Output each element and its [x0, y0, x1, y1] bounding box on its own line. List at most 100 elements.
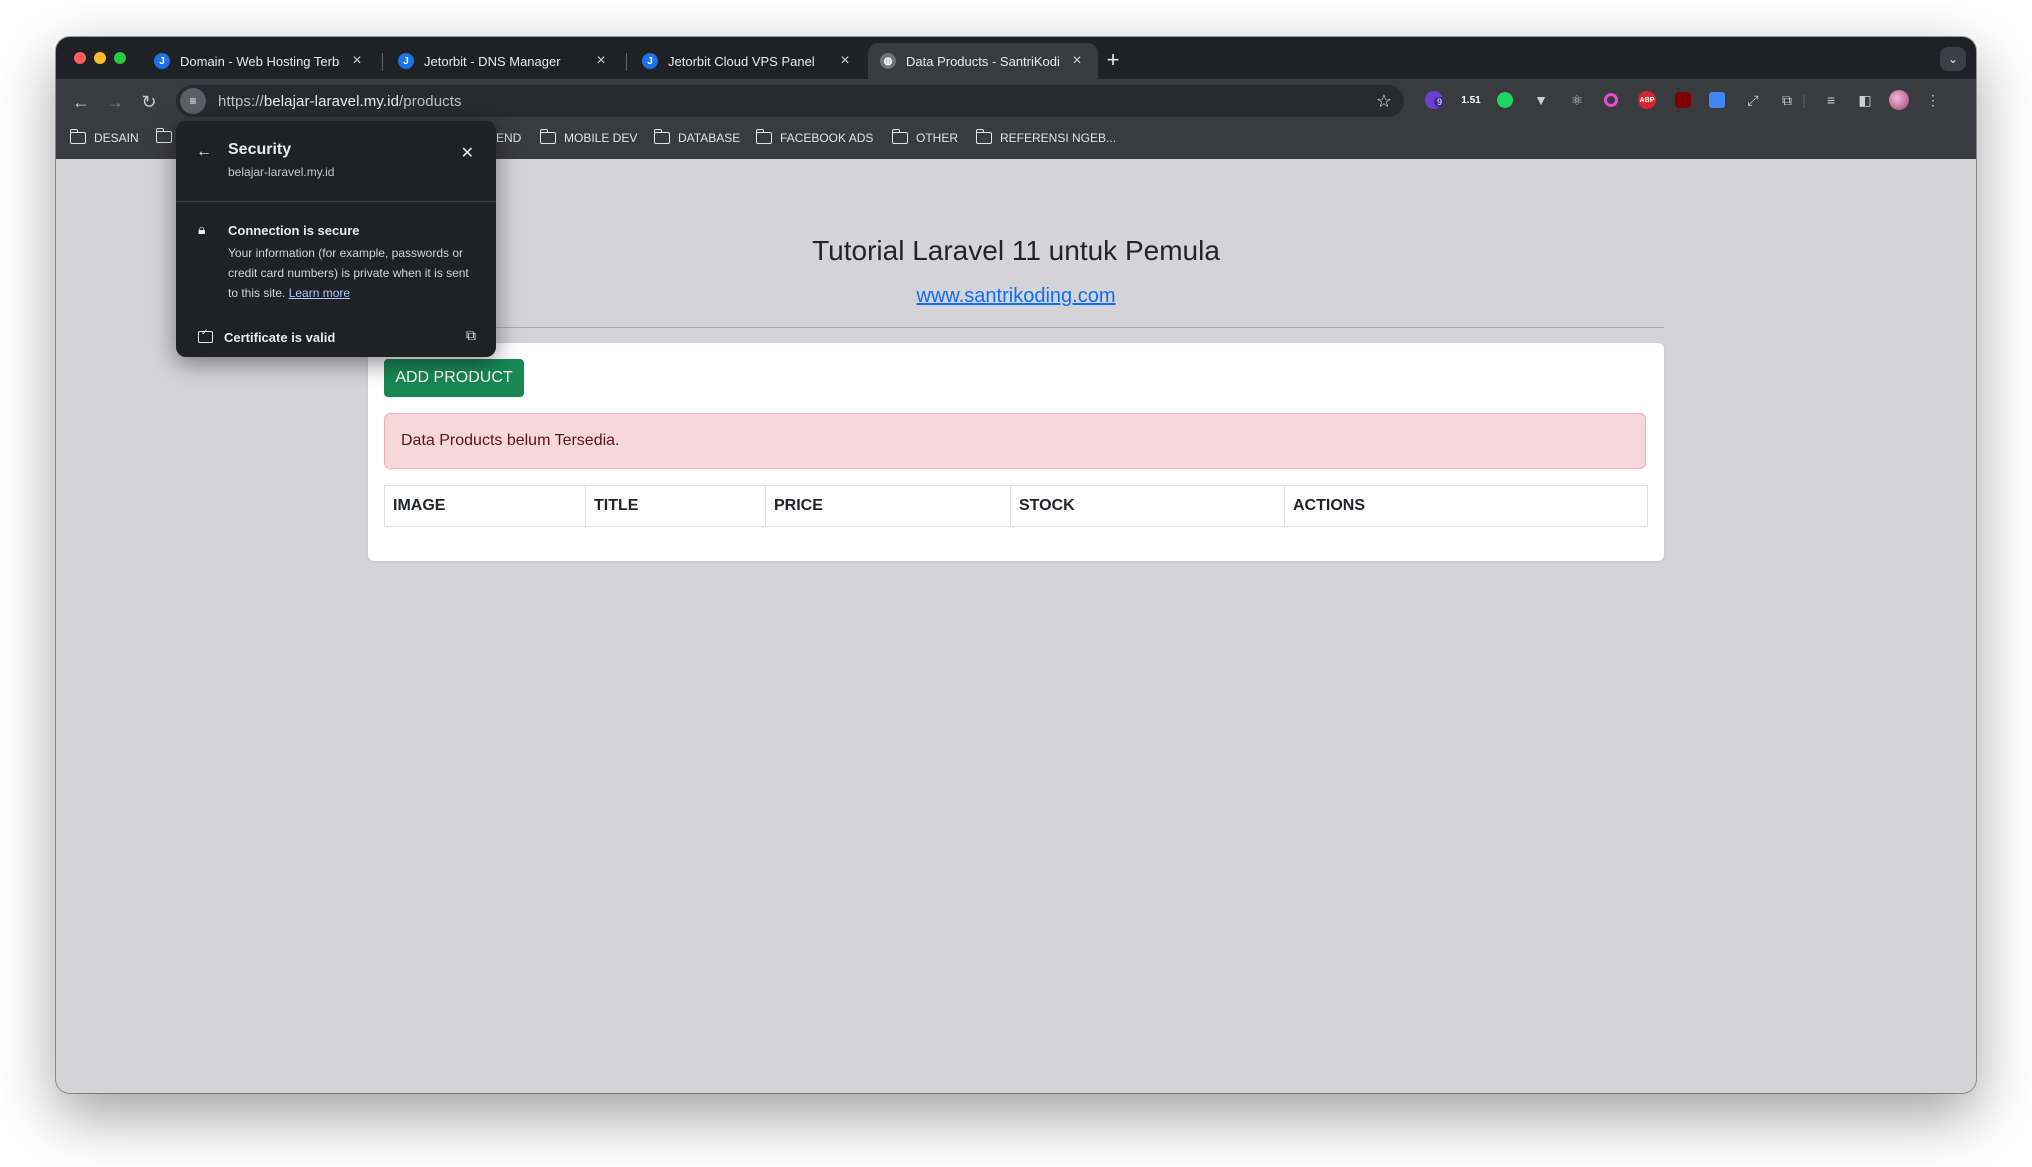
forward-button[interactable]: →	[100, 87, 130, 117]
green-status-icon[interactable]	[1494, 89, 1516, 111]
url-scheme: https://	[218, 92, 264, 110]
close-window-button[interactable]	[74, 52, 86, 64]
bookmark-label: FACEBOOK ADS	[780, 131, 874, 145]
extension-counter-label: 1.51	[1461, 94, 1481, 106]
profile-avatar[interactable]	[1888, 89, 1910, 111]
table-header-row: IMAGE TITLE PRICE STOCK ACTIONS	[384, 485, 1648, 527]
lock-icon: 🔒︎	[198, 221, 206, 237]
tab-title: Data Products - SantriKoding	[906, 53, 1060, 69]
minimize-window-button[interactable]	[94, 52, 106, 64]
bookmark-folder-database[interactable]: DATABASE	[653, 129, 741, 145]
color-picker-icon[interactable]	[1600, 89, 1622, 111]
tab-title: Jetorbit Cloud VPS Panel	[668, 53, 815, 69]
divider	[368, 327, 1664, 328]
bookmark-label: MOBILE DEV	[564, 131, 638, 145]
bookmark-label: OTHER	[916, 131, 958, 145]
column-header-actions: ACTIONS	[1284, 485, 1648, 527]
url-path: /products	[399, 92, 462, 110]
maximize-window-button[interactable]	[114, 52, 126, 64]
bookmark-folder-end[interactable]: END	[496, 131, 521, 145]
popup-subtitle: belajar-laravel.my.id	[228, 165, 335, 179]
folder-icon	[539, 129, 556, 144]
toolbar-separator: |	[1802, 92, 1806, 108]
address-bar[interactable]: ≡ https://belajar-laravel.my.id/products…	[176, 85, 1404, 117]
learn-more-link[interactable]: Learn more	[289, 286, 350, 300]
column-header-title: TITLE	[585, 485, 766, 527]
url-host: belajar-laravel.my.id	[263, 92, 400, 110]
tab-jetorbit-dns-manager[interactable]: J Jetorbit - DNS Manager ×	[386, 43, 622, 79]
globe-icon: ◍	[880, 53, 896, 69]
folder-icon	[891, 129, 908, 144]
jetorbit-favicon-icon: J	[154, 53, 170, 69]
security-popup: ← Security belajar-laravel.my.id ✕ 🔒︎ Co…	[176, 121, 496, 357]
bookmark-folder-referensi[interactable]: REFERENSI NGEB...	[975, 129, 1117, 145]
back-arrow-icon[interactable]: ←	[196, 143, 212, 161]
extension-badge-count: 9	[1434, 97, 1446, 107]
connection-title: Connection is secure	[228, 223, 360, 238]
connection-description: Your information (for example, passwords…	[228, 243, 478, 303]
external-link-icon[interactable]: ⧉	[466, 327, 476, 344]
bookmark-label: DESAIN	[94, 131, 139, 145]
alert-text: Data Products belum Tersedia.	[401, 432, 620, 449]
vue-devtools-icon[interactable]: ▼	[1530, 89, 1552, 111]
reading-list-icon[interactable]: ≡	[1820, 89, 1842, 111]
extensions-puzzle-icon[interactable]: ⧉	[1776, 89, 1798, 111]
back-button[interactable]: ←	[66, 87, 96, 117]
tab-strip: J Domain - Web Hosting Terba × J Jetorbi…	[56, 37, 1976, 79]
bookmark-label: END	[496, 131, 522, 145]
bookmark-folder-facebook-ads[interactable]: FACEBOOK ADS	[755, 129, 874, 145]
folder-icon	[155, 128, 172, 143]
certificate-icon	[198, 327, 213, 343]
close-tab-icon[interactable]: ×	[1068, 52, 1086, 70]
extension-badge-icon[interactable]: 9	[1422, 89, 1446, 111]
bookmark-folder-other[interactable]: OTHER	[891, 129, 958, 145]
tab-separator	[382, 53, 383, 71]
adblock-plus-icon[interactable]: ABP	[1636, 89, 1658, 111]
bookmark-label: REFERENSI NGEB...	[1000, 131, 1117, 145]
react-devtools-icon[interactable]: ⚛	[1566, 89, 1588, 111]
certificate-valid-button[interactable]: Certificate is valid	[224, 330, 335, 345]
folder-icon	[69, 129, 86, 144]
bookmark-star-icon[interactable]: ☆	[1376, 91, 1392, 112]
products-table: IMAGE TITLE PRICE STOCK ACTIONS	[384, 485, 1648, 527]
browser-menu-icon[interactable]: ⋮	[1922, 89, 1944, 111]
products-card: ADD PRODUCT Data Products belum Tersedia…	[368, 343, 1664, 561]
bookmark-label: DATABASE	[678, 131, 741, 145]
tab-domain-web-hosting[interactable]: J Domain - Web Hosting Terba ×	[142, 43, 378, 79]
tab-title: Domain - Web Hosting Terba	[180, 53, 340, 69]
folder-icon	[653, 129, 670, 144]
close-tab-icon[interactable]: ×	[348, 52, 366, 70]
tab-data-products[interactable]: ◍ Data Products - SantriKoding ×	[868, 43, 1098, 79]
popup-divider	[176, 201, 496, 202]
add-product-button[interactable]: ADD PRODUCT	[384, 359, 524, 397]
folder-icon	[975, 129, 992, 144]
popup-title: Security	[228, 141, 292, 158]
translate-icon[interactable]	[1706, 89, 1728, 111]
side-panel-icon[interactable]: ◧	[1854, 89, 1876, 111]
close-icon[interactable]: ✕	[461, 143, 474, 163]
tab-title: Jetorbit - DNS Manager	[424, 53, 561, 69]
adblock-plus-label: ABP	[1638, 91, 1656, 109]
column-header-stock: STOCK	[1010, 485, 1285, 527]
tab-jetorbit-cloud-vps[interactable]: J Jetorbit Cloud VPS Panel ×	[630, 43, 866, 79]
reload-button[interactable]: ↻	[134, 87, 164, 117]
bookmark-folder-mobile-dev[interactable]: MOBILE DEV	[539, 129, 638, 145]
ublock-icon[interactable]	[1672, 89, 1694, 111]
tab-search-button[interactable]: ⌄	[1940, 47, 1966, 71]
close-tab-icon[interactable]: ×	[836, 52, 854, 70]
tab-separator	[626, 53, 627, 71]
browser-window: J Domain - Web Hosting Terba × J Jetorbi…	[56, 37, 1976, 1093]
bookmark-folder-desain[interactable]: DESAIN	[69, 129, 139, 145]
jetorbit-favicon-icon: J	[398, 53, 414, 69]
close-tab-icon[interactable]: ×	[592, 52, 610, 70]
extension-counter-icon[interactable]: 1.51	[1456, 89, 1486, 111]
column-header-image: IMAGE	[384, 485, 586, 527]
jetorbit-favicon-icon: J	[642, 53, 658, 69]
empty-products-alert: Data Products belum Tersedia.	[384, 413, 1646, 469]
new-tab-button[interactable]: +	[1100, 47, 1126, 73]
folder-icon	[755, 129, 772, 144]
column-header-price: PRICE	[765, 485, 1011, 527]
resize-icon[interactable]: ⤢	[1742, 89, 1764, 111]
site-info-icon[interactable]: ≡	[180, 88, 206, 114]
url-text: https://belajar-laravel.my.id/products	[218, 93, 462, 110]
